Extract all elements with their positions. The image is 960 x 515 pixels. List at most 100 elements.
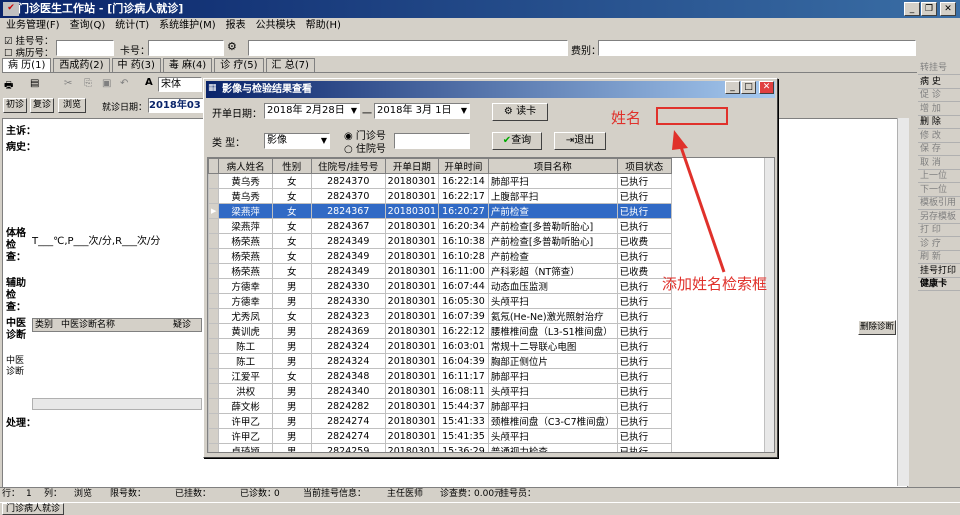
grid-row[interactable]: 杨荣燕女 2824349 20180301 16:10:28 产前检查 已执行 xyxy=(208,248,673,264)
dialog-close-icon[interactable]: ✕ xyxy=(759,81,774,94)
dialog-minimize-icon[interactable]: _ xyxy=(725,81,740,94)
restore-icon[interactable]: ❐ xyxy=(921,2,937,16)
menu-item-6[interactable]: 帮助(H) xyxy=(306,20,341,31)
subtab-browse[interactable]: 浏览 xyxy=(58,98,86,113)
guahao-checkbox[interactable]: ☑ 挂号号： xyxy=(4,36,54,48)
grid-row[interactable]: 杨荣燕女 2824349 20180301 16:10:38 产前检查[多普勒听胎心] 已… xyxy=(208,233,673,249)
copy-icon[interactable]: ⎘ xyxy=(84,78,92,89)
app-title: 门诊医生工作站 - [门诊病人就诊] xyxy=(18,2,184,15)
grid-row[interactable]: 江爱平女 2824348 20180301 16:11:17 肺部平扫 已执行 xyxy=(208,368,673,384)
right-button-11[interactable]: 另存模板 xyxy=(918,211,960,224)
grid-row[interactable]: 薛文彬男 2824282 20180301 15:44:37 肺部平扫 已执行 xyxy=(208,398,673,414)
status-bar: 行： 1 列： 浏览 限号数： 已挂数： 已诊数： 0 当前挂号信息： 主任医师… xyxy=(0,487,960,501)
grid-col-2[interactable]: 住院号/挂号号 xyxy=(310,158,386,174)
subtab-first-visit[interactable]: 初诊 xyxy=(3,98,27,113)
grid-row[interactable]: 梁燕萍女 2824367 20180301 16:20:34 产前检查[多普勒听胎心] 已… xyxy=(208,218,673,234)
grid-col-4[interactable]: 开单时间 xyxy=(438,158,489,174)
menu-item-4[interactable]: 报表 xyxy=(226,20,246,31)
grid-col-0[interactable]: 病人姓名 xyxy=(218,158,273,174)
grid-row[interactable]: 尤秀凤女 2824323 20180301 16:07:39 氦氖(He-Ne)激光照射… xyxy=(208,308,673,324)
diagnosis-scrollbar[interactable] xyxy=(32,398,202,410)
menu-item-2[interactable]: 统计(T) xyxy=(115,20,149,31)
right-button-12[interactable]: 打 印 xyxy=(918,224,960,237)
editor-scrollbar[interactable] xyxy=(897,118,909,486)
grid-col-3[interactable]: 开单日期 xyxy=(384,158,440,174)
card-input[interactable] xyxy=(148,40,224,56)
dialog-maximize-icon[interactable]: □ xyxy=(741,81,756,94)
subtab-revisit[interactable]: 复诊 xyxy=(30,98,54,113)
menu-item-5[interactable]: 公共模块 xyxy=(256,20,296,31)
tab-4[interactable]: 诊 疗(5) xyxy=(214,58,264,72)
right-button-14[interactable]: 刷 新 xyxy=(918,251,960,264)
menu-item-1[interactable]: 查询(Q) xyxy=(70,20,106,31)
right-button-5[interactable]: 修 改 xyxy=(918,130,960,143)
grid-row[interactable]: 陈工男 2824324 20180301 16:03:01 常规十二导联心电图 已执行 xyxy=(208,338,673,354)
grid-cell: 已执行 xyxy=(616,353,673,369)
close-icon[interactable]: ✕ xyxy=(940,2,956,16)
delete-diagnosis-button[interactable]: 删除诊断 xyxy=(858,320,896,335)
right-button-10[interactable]: 模板引用 xyxy=(918,197,960,210)
tab-5[interactable]: 汇 总(7) xyxy=(265,58,315,72)
right-button-4[interactable]: 删 除 xyxy=(918,116,960,129)
visit-date-value[interactable]: 2018年03 xyxy=(148,98,204,113)
right-button-13[interactable]: 诊 疗 xyxy=(918,238,960,251)
type-select[interactable]: 影像 ▼ xyxy=(264,133,330,149)
right-button-8[interactable]: 上一位 xyxy=(918,170,960,183)
grid-row[interactable]: 杨荣燕女 2824349 20180301 16:11:00 产科彩超（NT筛查） 已收费 xyxy=(208,263,673,279)
right-button-6[interactable]: 保 存 xyxy=(918,143,960,156)
grid-row[interactable]: 许甲乙男 2824274 20180301 15:41:35 头颅平扫 已执行 xyxy=(208,428,673,444)
tab-3[interactable]: 毒 麻(4) xyxy=(162,58,213,72)
tab-1[interactable]: 西成药(2) xyxy=(53,58,110,72)
type-dropdown-icon[interactable]: ▼ xyxy=(321,134,327,148)
print-icon[interactable]: 🖶 xyxy=(4,78,13,95)
card-reader-icon[interactable]: ⚙ xyxy=(227,40,237,53)
printer-icon[interactable]: ▤ xyxy=(30,78,39,89)
date-to-picker[interactable]: 2018年 3月 1日 ▼ xyxy=(374,103,470,119)
query-button[interactable]: ✔查询 xyxy=(492,132,542,150)
patient-id-input[interactable] xyxy=(56,40,114,56)
grid-cell: 江爱平 xyxy=(218,368,273,384)
date-to-dropdown-icon[interactable]: ▼ xyxy=(461,104,467,118)
grid-row[interactable]: 方德幸男 2824330 20180301 16:05:30 头颅平扫 已执行 xyxy=(208,293,673,309)
grid-row[interactable]: 黄乌秀女 2824370 20180301 16:22:14 肺部平扫 已执行 xyxy=(208,173,673,189)
right-button-15[interactable]: 挂号打印 xyxy=(918,265,960,278)
type-value: 影像 xyxy=(267,135,287,146)
grid-row[interactable]: 黄乌秀女 2824370 20180301 16:22:17 上腹部平扫 已执行 xyxy=(208,188,673,204)
grid-row[interactable]: 方德幸男 2824330 20180301 16:07:44 动态血压监测 已执行 xyxy=(208,278,673,294)
undo-icon[interactable]: ↶ xyxy=(120,78,128,89)
vitals-template[interactable]: T___℃,P___次/分,R___次/分 xyxy=(32,232,202,247)
paste-icon[interactable]: ▣ xyxy=(102,78,111,89)
minimize-icon[interactable]: _ xyxy=(904,2,920,16)
font-icon[interactable]: A xyxy=(145,77,153,88)
grid-scrollbar[interactable] xyxy=(764,158,774,452)
right-button-7[interactable]: 取 消 xyxy=(918,157,960,170)
menu-item-0[interactable]: 业务管理(F) xyxy=(6,20,60,31)
grid-cell: 女 xyxy=(271,203,312,219)
right-button-1[interactable]: 病 史 xyxy=(918,76,960,89)
grid-row[interactable]: 黄训虎男 2824369 20180301 16:22:12 腰椎椎间盘（L3-S1椎间… xyxy=(208,323,673,339)
grid-row[interactable]: 洪权男 2824340 20180301 16:08:11 头颅平扫 已执行 xyxy=(208,383,673,399)
radio-zhuyuan[interactable]: ○ 住院号 xyxy=(344,140,386,155)
patient-number-input[interactable] xyxy=(394,133,470,149)
taskbar-item[interactable]: 门诊病人就诊 xyxy=(2,503,64,515)
right-button-9[interactable]: 下一位 xyxy=(918,184,960,197)
right-button-0[interactable]: 转挂号 xyxy=(918,62,960,75)
grid-row[interactable]: 陈工男 2824324 20180301 16:04:39 胸部正侧位片 已执行 xyxy=(208,353,673,369)
right-button-16[interactable]: 健康卡 xyxy=(918,278,960,291)
grid-row[interactable]: ▶ 梁燕萍女 2824367 20180301 16:20:27 产前检查 已执行 xyxy=(208,203,673,219)
right-button-3[interactable]: 增 加 xyxy=(918,103,960,116)
grid-row[interactable]: 卓琦颖男 2824259 20180301 15:36:29 普通视力检查 已执行 xyxy=(208,443,673,452)
grid-row[interactable]: 许甲乙男 2824274 20180301 15:41:33 颈椎椎间盘（C3-C7椎间… xyxy=(208,413,673,429)
grid-col-5[interactable]: 项目名称 xyxy=(487,158,618,174)
date-from-dropdown-icon[interactable]: ▼ xyxy=(351,104,357,118)
font-select[interactable]: 宋体 xyxy=(158,77,202,92)
date-from-picker[interactable]: 2018年 2月28日 ▼ xyxy=(264,103,360,119)
read-card-button[interactable]: ⚙ 读卡 xyxy=(492,103,548,121)
tab-0[interactable]: 病 历(1) xyxy=(2,58,52,72)
exit-button[interactable]: ⇥退出 xyxy=(554,132,606,150)
right-button-2[interactable]: 促 诊 xyxy=(918,89,960,102)
menu-item-3[interactable]: 系统维护(M) xyxy=(159,20,215,31)
cut-icon[interactable]: ✂ xyxy=(64,78,72,89)
tab-2[interactable]: 中 药(3) xyxy=(111,58,161,72)
grid-col-1[interactable]: 性别 xyxy=(271,158,312,174)
